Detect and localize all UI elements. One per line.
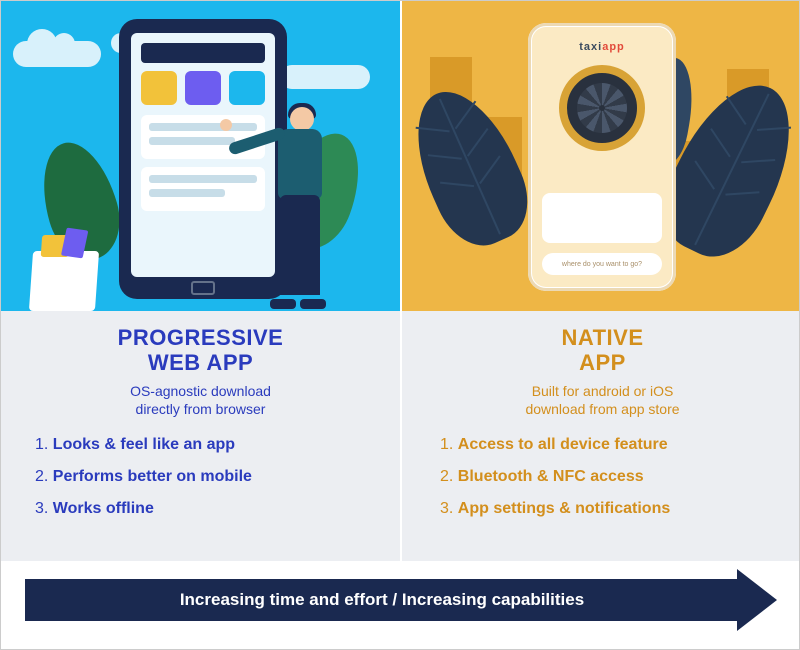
pwa-title: PROGRESSIVE WEB APP	[27, 325, 374, 376]
mock-card-icon	[542, 193, 662, 243]
subtitle-line: OS-agnostic download	[130, 383, 271, 399]
pwa-hero-illustration	[1, 1, 400, 311]
subtitle-line: download from app store	[525, 401, 679, 417]
document-icon	[61, 228, 88, 259]
person-illustration-icon	[248, 99, 340, 309]
home-button-icon	[191, 281, 215, 295]
title-line: WEB APP	[148, 350, 253, 375]
wheel-icon	[559, 65, 645, 151]
title-line: NATIVE	[561, 325, 643, 350]
cloud-icon	[13, 41, 101, 67]
native-info: NATIVE APP Built for android or iOS down…	[400, 311, 799, 561]
pwa-feature-list: Looks & feel like an app Performs better…	[27, 436, 374, 518]
arrow-head-icon	[737, 569, 777, 631]
brand-part: taxi	[579, 41, 602, 53]
list-item: Bluetooth & NFC access	[440, 468, 773, 486]
list-item: App settings & notifications	[440, 500, 773, 518]
title-line: PROGRESSIVE	[118, 325, 284, 350]
mock-app-brand: taxiapp	[542, 41, 662, 53]
list-item: Works offline	[35, 500, 374, 518]
native-column: taxiapp where do you want to go? NATIVE …	[400, 1, 799, 561]
native-hero-illustration: taxiapp where do you want to go?	[400, 1, 799, 311]
native-feature-list: Access to all device feature Bluetooth &…	[432, 436, 773, 518]
pwa-info: PROGRESSIVE WEB APP OS-agnostic download…	[1, 311, 400, 561]
comparison-infographic: PROGRESSIVE WEB APP OS-agnostic download…	[0, 0, 800, 650]
list-item: Looks & feel like an app	[35, 436, 374, 454]
list-item: Access to all device feature	[440, 436, 773, 454]
cloud-icon	[280, 65, 370, 89]
native-title: NATIVE APP	[432, 325, 773, 376]
title-line: APP	[579, 350, 626, 375]
subtitle-line: directly from browser	[136, 401, 266, 417]
mock-input-placeholder: where do you want to go?	[542, 253, 662, 275]
arrow-label: Increasing time and effort / Increasing …	[25, 579, 739, 621]
native-subtitle: Built for android or iOS download from a…	[432, 382, 773, 418]
pwa-column: PROGRESSIVE WEB APP OS-agnostic download…	[1, 1, 400, 561]
brand-part: app	[602, 41, 625, 53]
file-box-icon	[29, 251, 99, 311]
phone-mockup-icon: taxiapp where do you want to go?	[528, 23, 676, 291]
column-divider	[400, 1, 402, 569]
subtitle-line: Built for android or iOS	[532, 383, 674, 399]
progression-arrow: Increasing time and effort / Increasing …	[25, 579, 775, 631]
pwa-subtitle: OS-agnostic download directly from brows…	[27, 382, 374, 418]
list-item: Performs better on mobile	[35, 468, 374, 486]
